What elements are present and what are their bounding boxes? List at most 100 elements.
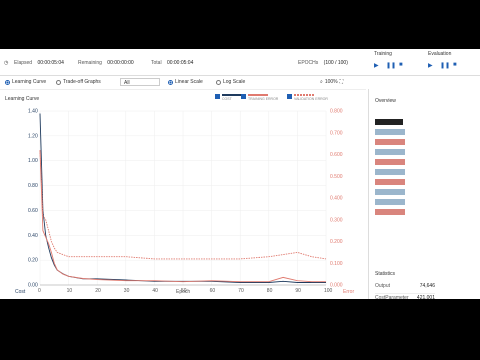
tradeoff-option[interactable]: Trade-off Graphs	[56, 79, 101, 85]
network-layer-node[interactable]	[375, 159, 405, 165]
y-tick-label: 0.40	[28, 233, 38, 239]
stat-value: 421,001	[416, 295, 435, 299]
network-layer-node[interactable]	[375, 149, 405, 155]
checkbox-icon	[241, 94, 246, 99]
elapsed-value: 00:00:05:04	[37, 60, 64, 66]
series-filter-value: All	[124, 80, 130, 86]
y2-tick-label: 0.300	[330, 217, 343, 223]
x-tick-label: 20	[95, 288, 101, 294]
stat-label: CostParameter	[375, 295, 409, 299]
graph-options-bar: Learning Curve Trade-off Graphs All Line…	[0, 75, 366, 90]
zoom-control[interactable]: ⌕ 100% ⛶	[320, 79, 343, 85]
zoom-value: 100%	[324, 79, 338, 85]
checkbox-icon	[287, 94, 292, 99]
x-tick-label: 80	[267, 288, 273, 294]
network-layer-node[interactable]	[375, 139, 405, 145]
learning-curve-chart: 0.000.200.400.600.801.001.201.400.0000.1…	[28, 109, 343, 295]
learning-curve-label: Learning Curve	[12, 79, 47, 85]
linear-scale-option[interactable]: Linear Scale	[168, 79, 203, 85]
epoch-label: EPOCHs	[298, 60, 319, 66]
x-tick-label: 30	[124, 288, 130, 294]
network-layer-node[interactable]	[375, 169, 405, 175]
legend-cost[interactable]: COST	[215, 94, 242, 101]
y-tick-label: 0.20	[28, 258, 38, 264]
remaining-time: Remaining 00:00:00:00	[78, 60, 134, 66]
y2-tick-label: 0.600	[330, 152, 343, 158]
x-tick-label: 100	[324, 288, 333, 294]
remaining-value: 00:00:00:00	[107, 60, 134, 66]
network-layer-node[interactable]	[375, 129, 405, 135]
tradeoff-label: Trade-off Graphs	[63, 79, 101, 85]
log-scale-label: Log Scale	[223, 79, 246, 85]
y-tick-label: 0.60	[28, 208, 38, 214]
legend-cost-label: COST	[222, 96, 232, 101]
y-axis-label: Cost	[15, 289, 26, 295]
x-tick-label: 0	[38, 288, 41, 294]
network-layer-node[interactable]	[375, 189, 405, 195]
radio-icon	[56, 79, 61, 85]
clock-icon: ◷	[4, 60, 9, 66]
evaluation-play-icon[interactable]: ▶	[428, 62, 433, 69]
legend-training-error[interactable]: TRAINING ERROR	[241, 94, 278, 101]
network-layer-node[interactable]	[375, 119, 403, 125]
stat-row: Output 74,646	[375, 282, 435, 294]
evaluation-label: Evaluation	[428, 51, 452, 57]
log-scale-option[interactable]: Log Scale	[216, 79, 245, 85]
y2-tick-label: 0.700	[330, 130, 343, 136]
x-axis-label: Epoch	[176, 289, 191, 295]
x-tick-label: 10	[67, 288, 73, 294]
y2-tick-label: 0.800	[330, 109, 343, 115]
total-value: 00:00:05:04	[166, 60, 194, 66]
chart-title: Learning Curve	[5, 96, 40, 102]
radio-selected-icon	[5, 79, 10, 85]
training-label: Training	[374, 51, 392, 57]
training-stop-icon[interactable]: ■	[399, 62, 403, 68]
y-tick-label: 0.80	[28, 183, 38, 189]
validation-legend-line	[294, 94, 314, 96]
checkbox-icon	[215, 94, 220, 99]
remaining-label: Remaining	[78, 60, 102, 66]
radio-icon	[216, 79, 221, 85]
x-tick-label: 40	[152, 288, 158, 294]
overview-title: Overview	[375, 98, 396, 104]
stat-row: CostParameter 421,001	[375, 294, 435, 299]
epoch-value: (100 / 100)	[323, 60, 348, 66]
training-pause-icon[interactable]: ❚❚	[386, 62, 396, 69]
legend-validation-label: VALIDATION ERROR	[294, 96, 328, 101]
status-bar: ◷ Elapsed 00:00:05:04 Remaining 00:00:00…	[0, 49, 480, 76]
network-layer-node[interactable]	[375, 209, 405, 215]
statistics-title: Statistics	[375, 271, 396, 277]
evaluation-stop-icon[interactable]: ■	[453, 62, 457, 68]
y2-axis-label: Error	[343, 289, 355, 295]
evaluation-pause-icon[interactable]: ❚❚	[440, 62, 450, 69]
training-legend-line	[248, 94, 268, 96]
linear-scale-label: Linear Scale	[175, 79, 203, 85]
y-tick-label: 1.20	[28, 133, 38, 139]
total-label: Total	[151, 60, 162, 66]
epoch-counter: EPOCHs (100 / 100)	[298, 60, 348, 66]
legend-validation-error[interactable]: VALIDATION ERROR	[287, 94, 328, 101]
training-play-icon[interactable]: ▶	[374, 62, 379, 69]
fit-icon[interactable]: ⛶	[340, 79, 344, 85]
network-layer-node[interactable]	[375, 179, 405, 185]
stat-value: 74,646	[419, 283, 435, 289]
x-tick-label: 70	[238, 288, 244, 294]
elapsed-label: Elapsed	[14, 60, 33, 66]
search-icon: ⌕	[320, 79, 323, 85]
statistics-table: Output74,646CostParameter421,001CostAdd7…	[375, 282, 435, 299]
y-tick-label: 0.00	[28, 283, 38, 289]
y-tick-label: 1.00	[28, 158, 38, 164]
elapsed-time: Elapsed 00:00:05:04	[14, 60, 64, 66]
series-filter-select[interactable]: All	[120, 78, 160, 86]
legend-training-label: TRAINING ERROR	[248, 96, 279, 101]
y-tick-label: 1.40	[28, 109, 38, 115]
x-tick-label: 90	[295, 288, 301, 294]
y2-tick-label: 0.200	[330, 239, 343, 245]
y2-tick-label: 0.100	[330, 261, 343, 267]
cost-legend-line	[222, 94, 242, 96]
network-layer-node[interactable]	[375, 199, 405, 205]
y2-tick-label: 0.400	[330, 196, 343, 202]
app-window: ◷ Elapsed 00:00:05:04 Remaining 00:00:00…	[0, 49, 480, 299]
learning-curve-option[interactable]: Learning Curve	[5, 79, 46, 85]
sidebar: Overview Statistics Output 74,646 CostPara…	[368, 89, 480, 299]
